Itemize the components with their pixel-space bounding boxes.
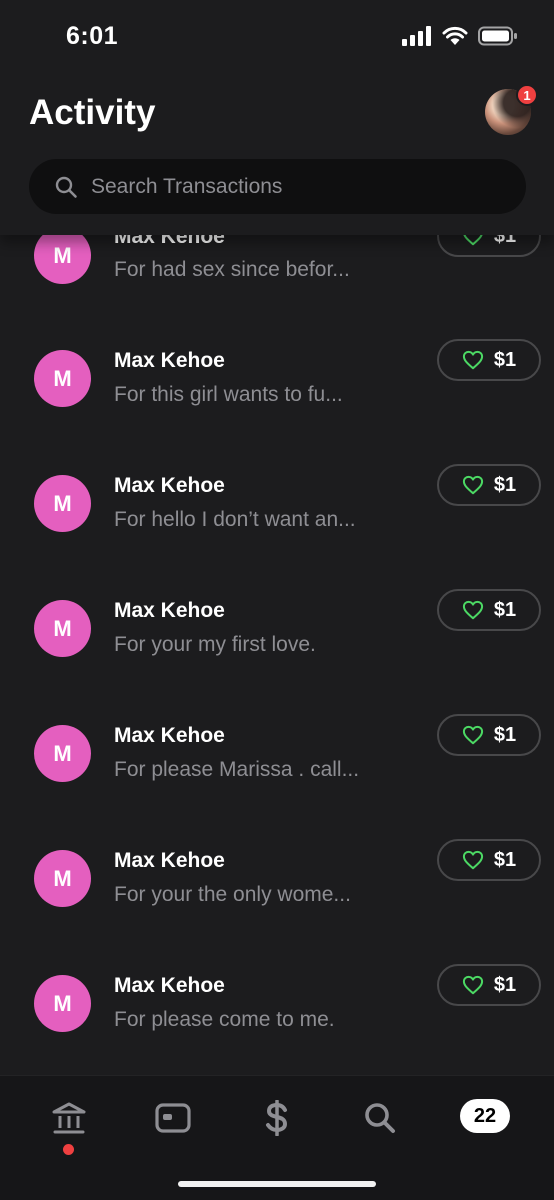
list-item[interactable]: M Max Kehoe For your the only wome... $1	[0, 830, 554, 955]
item-note: For your my first love.	[114, 633, 316, 656]
item-name: Max Kehoe	[114, 724, 225, 747]
list-item[interactable]: M Max Kehoe For please come to me. $1	[0, 955, 554, 1080]
avatar: M	[34, 850, 91, 907]
amount-pill[interactable]: $1	[437, 964, 541, 1006]
profile-avatar[interactable]: 1	[485, 84, 538, 135]
status-icons	[402, 26, 518, 46]
list-item[interactable]: M Max Kehoe For your my first love. $1	[0, 580, 554, 705]
item-note: For this girl wants to fu...	[114, 383, 343, 406]
amount-pill[interactable]: $1	[437, 464, 541, 506]
tab-home[interactable]	[47, 1096, 91, 1140]
item-name: Max Kehoe	[114, 974, 225, 997]
list-item[interactable]: M Max Kehoe For hello I don’t want an...…	[0, 455, 554, 580]
search-icon	[365, 1103, 395, 1133]
list-item[interactable]: M Max Kehoe For this girl wants to fu...…	[0, 330, 554, 455]
heart-icon	[462, 725, 483, 745]
wifi-icon	[442, 26, 468, 45]
home-notification-dot	[63, 1144, 74, 1155]
item-note: For your the only wome...	[114, 883, 351, 906]
amount-pill[interactable]: $1	[437, 339, 541, 381]
avatar: M	[34, 227, 91, 284]
activity-screen: M Max Kehoe For had sex since befor... $…	[0, 0, 554, 1200]
battery-icon	[478, 26, 517, 46]
dollar-icon	[266, 1100, 288, 1136]
amount-pill[interactable]: $1	[437, 839, 541, 881]
tab-pay[interactable]	[255, 1096, 299, 1140]
heart-icon	[462, 975, 483, 995]
avatar: M	[34, 725, 91, 782]
item-name: Max Kehoe	[114, 349, 225, 372]
header: Activity 1	[0, 75, 554, 235]
avatar: M	[34, 600, 91, 657]
bank-icon	[52, 1102, 86, 1134]
item-note: For please come to me.	[114, 1008, 335, 1031]
avatar: M	[34, 475, 91, 532]
search-input[interactable]	[89, 173, 493, 200]
amount-pill[interactable]: $1	[437, 589, 541, 631]
amount-pill[interactable]: $1	[437, 714, 541, 756]
amount-text: $1	[493, 598, 517, 621]
home-indicator	[178, 1181, 376, 1187]
item-name: Max Kehoe	[114, 599, 225, 622]
search-icon	[55, 176, 77, 198]
list-item[interactable]: M Max Kehoe For please Marissa . call...…	[0, 705, 554, 830]
heart-icon	[462, 600, 483, 620]
amount-text: $1	[493, 473, 517, 496]
amount-text: $1	[493, 848, 517, 871]
heart-icon	[462, 350, 483, 370]
item-name: Max Kehoe	[114, 474, 225, 497]
amount-text: $1	[493, 973, 517, 996]
tab-activity[interactable]: 22	[460, 1099, 510, 1133]
search-bar[interactable]	[29, 159, 526, 214]
tab-discover[interactable]	[358, 1096, 402, 1140]
cellular-signal-icon	[402, 26, 431, 46]
amount-text: $1	[493, 723, 517, 746]
tab-bar: 22	[0, 1075, 554, 1200]
item-note: For hello I don’t want an...	[114, 508, 356, 531]
avatar: M	[34, 350, 91, 407]
notification-badge: 1	[516, 84, 538, 106]
card-icon	[155, 1103, 191, 1133]
amount-text: $1	[493, 348, 517, 371]
page-title: Activity	[29, 93, 156, 132]
heart-icon	[462, 475, 483, 495]
status-time: 6:01	[66, 22, 119, 50]
heart-icon	[462, 850, 483, 870]
tab-card[interactable]	[151, 1096, 195, 1140]
avatar: M	[34, 975, 91, 1032]
item-name: Max Kehoe	[114, 849, 225, 872]
status-bar: 6:01	[0, 0, 554, 75]
item-note: For had sex since befor...	[114, 258, 350, 281]
item-note: For please Marissa . call...	[114, 758, 360, 781]
